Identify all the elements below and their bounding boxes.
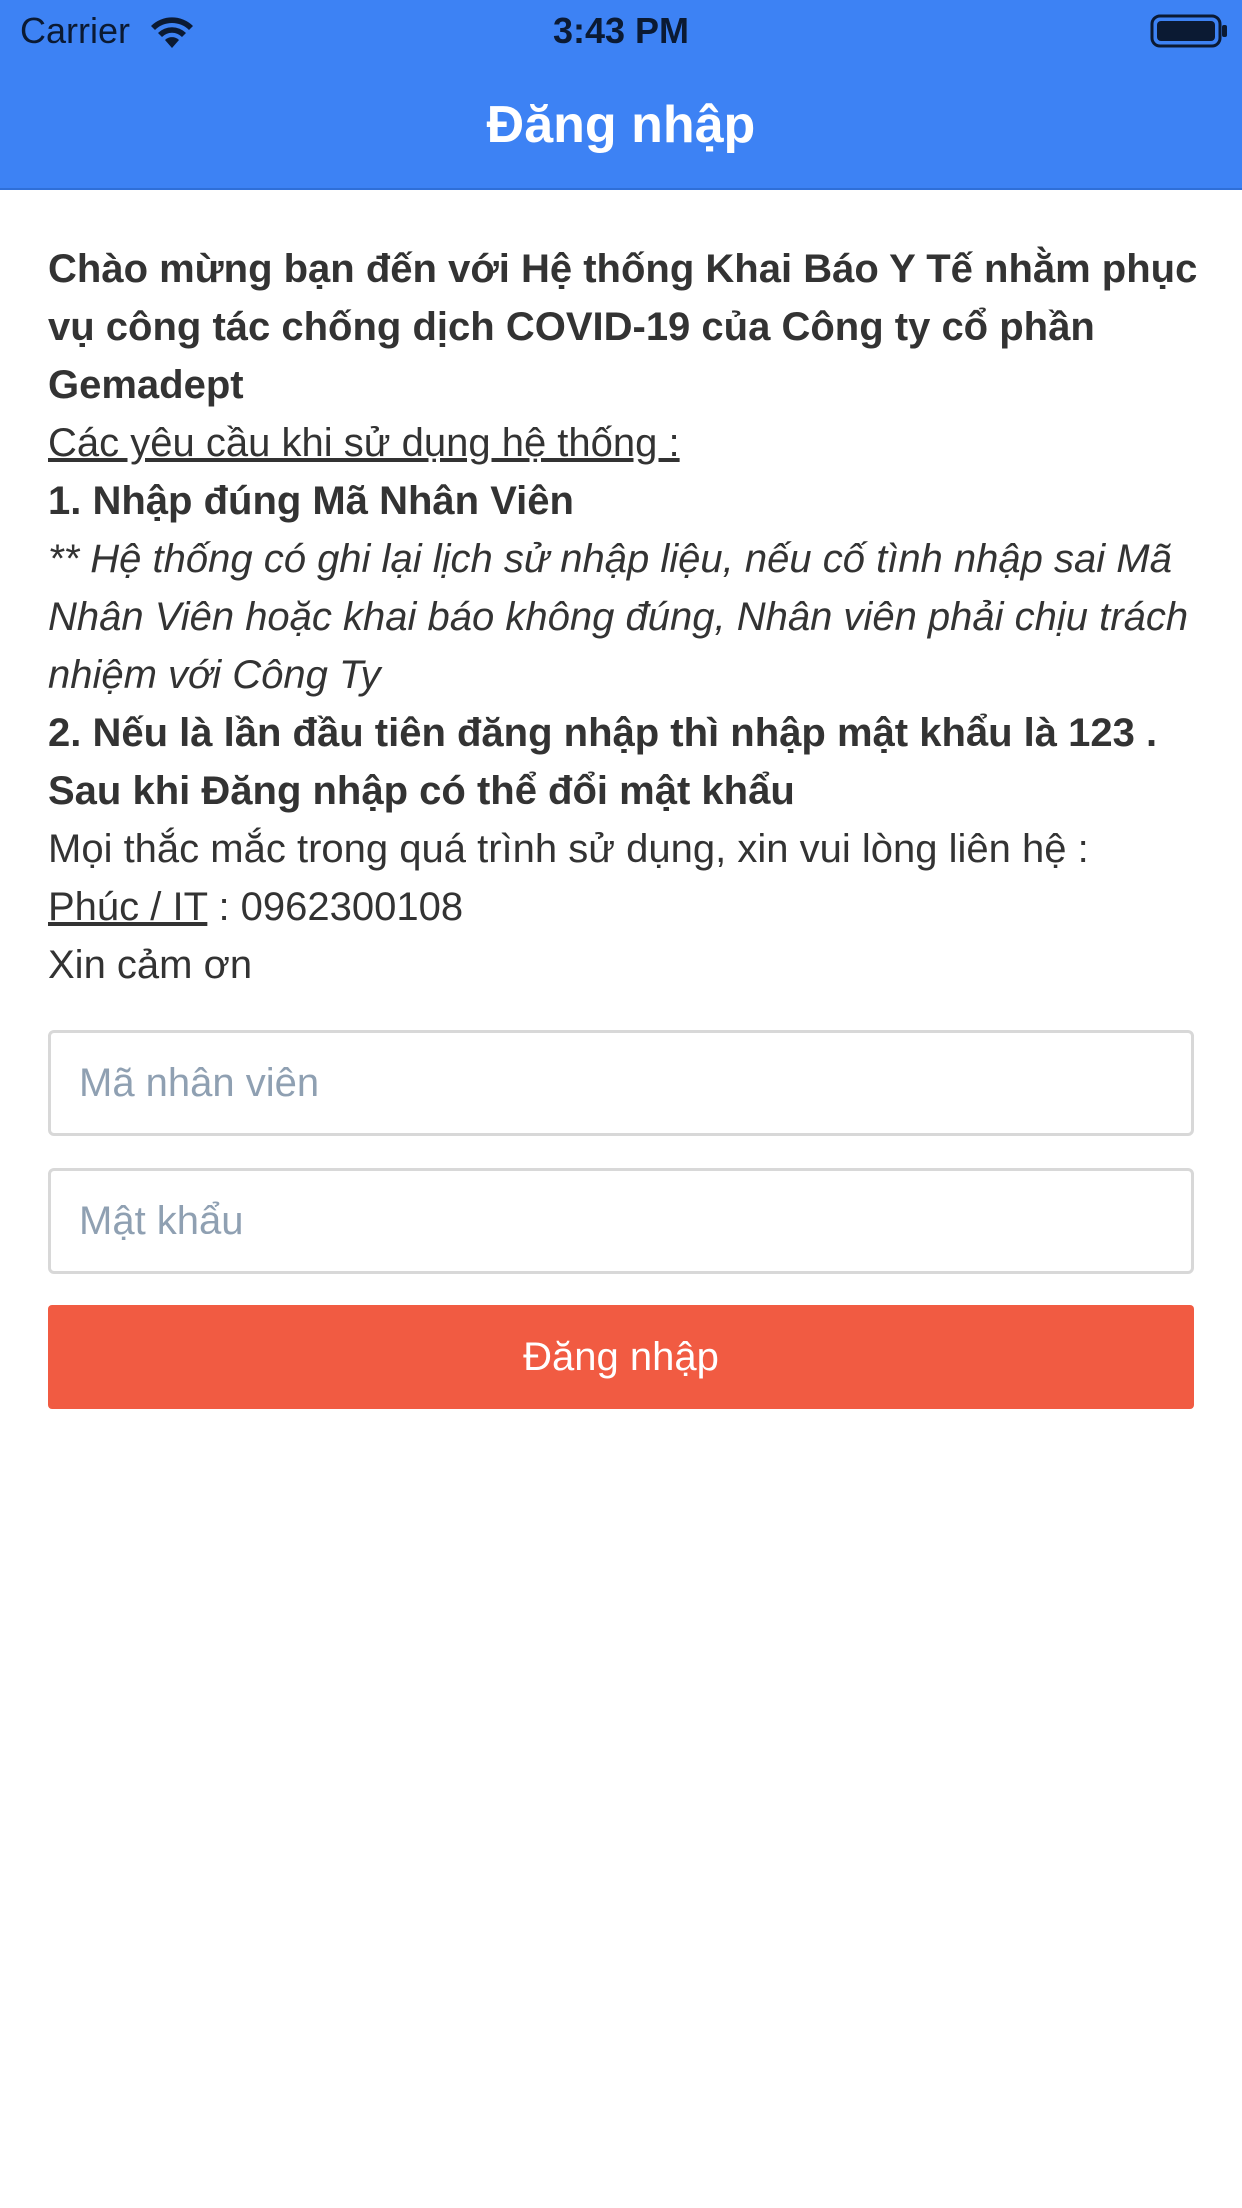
thanks-text: Xin cảm ơn	[48, 943, 253, 987]
requirements-heading: Các yêu cầu khi sử dụng hệ thống :	[48, 421, 680, 465]
password-field[interactable]	[48, 1168, 1194, 1274]
status-bar: Carrier 3:43 PM	[0, 0, 1242, 62]
welcome-text: Chào mừng bạn đến với Hệ thống Khai Báo …	[48, 247, 1198, 407]
employee-id-input[interactable]	[51, 1033, 1191, 1133]
rule-2: 2. Nếu là lần đầu tiên đăng nhập thì nhậ…	[48, 711, 1158, 813]
contact-phone: : 0962300108	[207, 885, 464, 929]
status-time: 3:43 PM	[552, 10, 690, 51]
rule-1: 1. Nhập đúng Mã Nhân Viên	[48, 479, 574, 523]
intro-text: Chào mừng bạn đến với Hệ thống Khai Báo …	[48, 240, 1198, 994]
login-button[interactable]: Đăng nhập	[48, 1305, 1194, 1409]
app-header: Carrier 3:43 PM Đăng nhập	[0, 0, 1242, 190]
contact-text: Mọi thắc mắc trong quá trình sử dụng, xi…	[48, 827, 1089, 871]
employee-id-field[interactable]	[48, 1030, 1194, 1136]
contact-name-link[interactable]: Phúc / IT	[48, 885, 207, 929]
rule-1-note: ** Hệ thống có ghi lại lịch sử nhập liệu…	[48, 537, 1189, 697]
password-input[interactable]	[51, 1171, 1191, 1271]
page-title: Đăng nhập	[486, 96, 756, 154]
battery-icon	[1150, 14, 1227, 48]
contact-line: Phúc / IT : 0962300108	[48, 878, 1198, 936]
